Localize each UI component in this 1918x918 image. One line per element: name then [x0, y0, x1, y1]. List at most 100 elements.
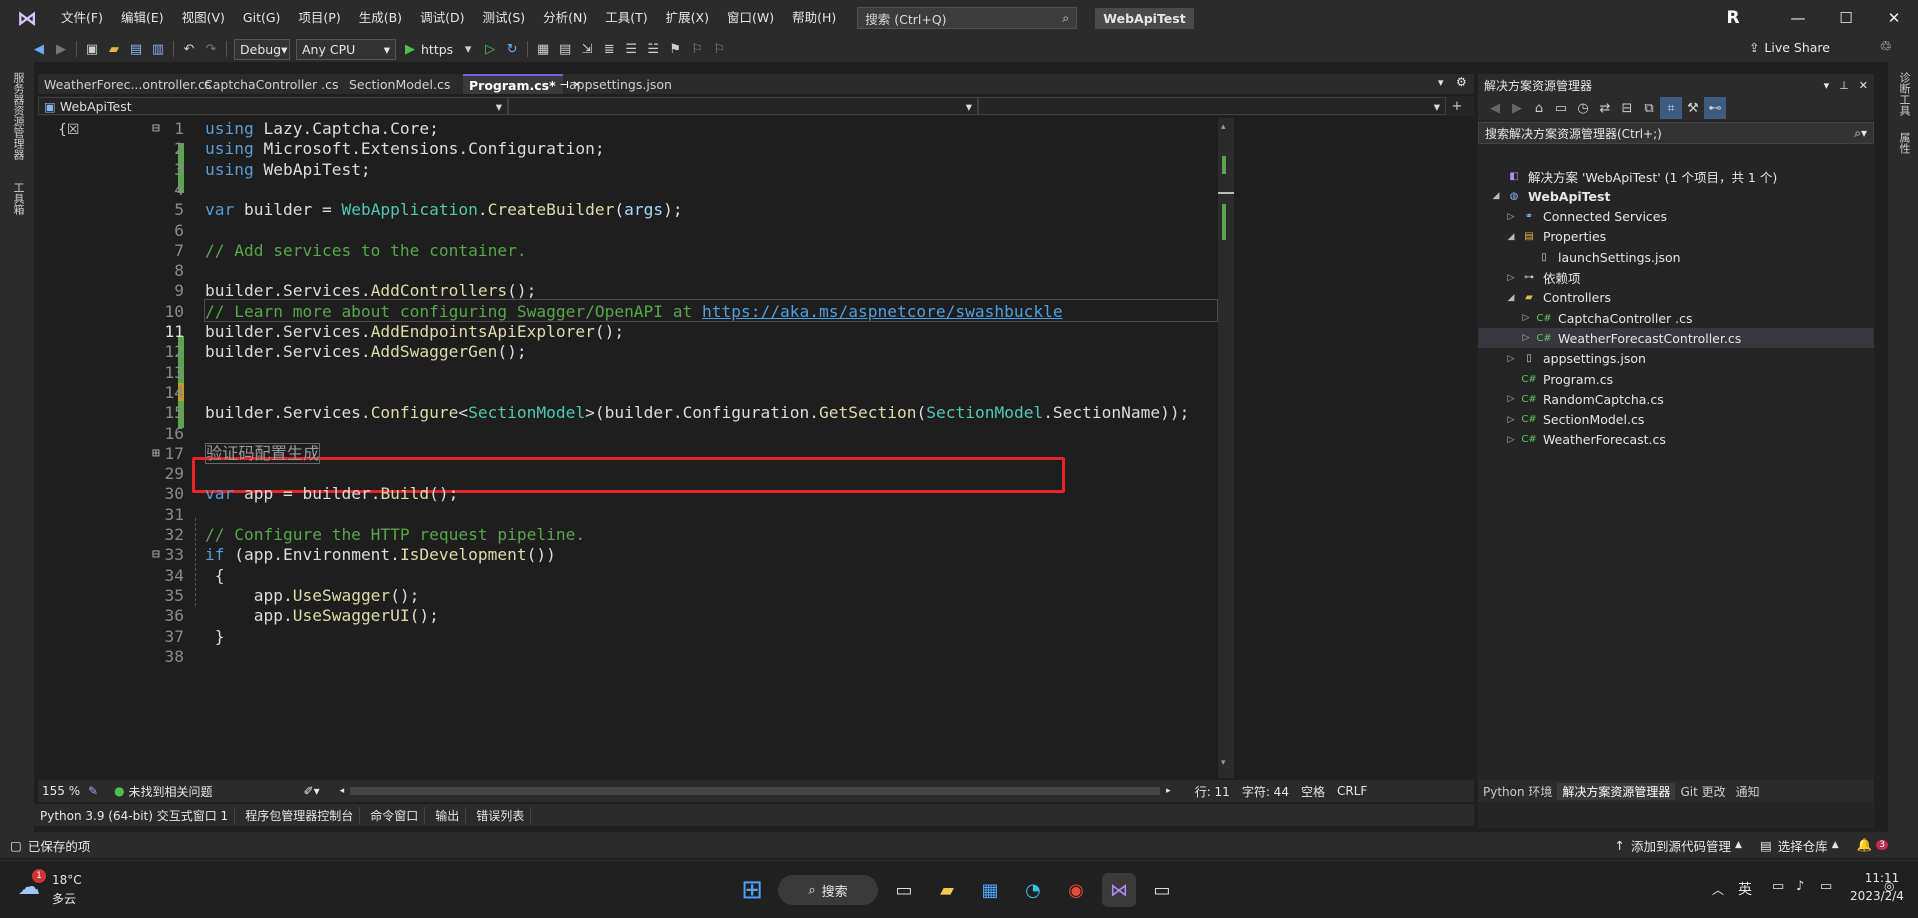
menu-item[interactable]: 文件(F): [52, 0, 112, 36]
zoom-level[interactable]: 155 %: [38, 784, 88, 798]
diagnostic-tools-tab[interactable]: 诊断工具: [1896, 72, 1912, 116]
terminal-icon[interactable]: ▭: [1145, 873, 1179, 907]
indent-mode[interactable]: 空格: [1301, 783, 1325, 800]
menu-item[interactable]: 分析(N): [534, 0, 596, 36]
scroll-thumb[interactable]: [1218, 192, 1234, 194]
line-ending[interactable]: CRLF: [1337, 784, 1367, 798]
hscroll-left-icon[interactable]: ◂: [340, 786, 345, 796]
collapse-all-icon[interactable]: ⊟: [1616, 97, 1638, 119]
volume-icon[interactable]: ♪: [1796, 879, 1804, 894]
format-icon[interactable]: ≣: [598, 38, 620, 60]
feedback-icon[interactable]: ♲: [1879, 39, 1892, 55]
bottom-tab[interactable]: 错误列表: [470, 806, 532, 824]
show-all-files-icon[interactable]: ⧉: [1638, 97, 1660, 119]
tree-item[interactable]: ▯ launchSettings.json: [1478, 247, 1874, 267]
expander-icon[interactable]: ▷: [1505, 354, 1517, 364]
panel-tab[interactable]: 通知: [1731, 783, 1765, 800]
bookmark-icon[interactable]: ⚑: [664, 38, 686, 60]
config-select[interactable]: Debug ▾: [234, 38, 290, 60]
cleanup-icon[interactable]: ✐▾: [304, 784, 320, 798]
tab-document[interactable]: Program.cs* ⊣ ✕: [463, 74, 581, 94]
notification-bell-icon[interactable]: 🔔: [1857, 837, 1873, 853]
task-view-icon[interactable]: ▭: [887, 873, 921, 907]
notification-center-icon[interactable]: ◎: [1884, 879, 1894, 893]
store-icon[interactable]: ▦: [973, 873, 1007, 907]
switch-views-icon[interactable]: ▭: [1550, 97, 1572, 119]
menu-item[interactable]: 编辑(E): [112, 0, 173, 36]
back-icon[interactable]: ◀: [28, 38, 50, 60]
home-icon[interactable]: ⌂: [1528, 97, 1550, 119]
hscroll-right-icon[interactable]: ▸: [1166, 786, 1171, 796]
tree-item[interactable]: ▷ ⚭ Connected Services: [1478, 207, 1874, 227]
panel-tab[interactable]: Git 更改: [1675, 783, 1730, 800]
panel-tab[interactable]: 解决方案资源管理器: [1557, 782, 1676, 800]
edge-icon[interactable]: ◔: [1016, 873, 1050, 907]
maximize-icon[interactable]: ☐: [1822, 0, 1870, 36]
save-all-icon[interactable]: ▥: [147, 38, 169, 60]
tree-item[interactable]: ▷ C# WeatherForecast.cs: [1478, 430, 1874, 450]
split-editor-icon[interactable]: +: [1446, 95, 1468, 117]
expander-icon[interactable]: ▷: [1520, 313, 1532, 323]
forward-icon[interactable]: ▶: [50, 38, 72, 60]
bottom-tab[interactable]: 程序包管理器控制台: [239, 806, 361, 824]
redo-icon[interactable]: ↷: [200, 38, 222, 60]
properties-tab[interactable]: 属性: [1896, 132, 1912, 154]
menu-item[interactable]: 窗口(W): [718, 0, 783, 36]
pin-icon[interactable]: ⊥: [1839, 79, 1849, 92]
sync-icon[interactable]: ⇄: [1594, 97, 1616, 119]
preview-icon[interactable]: ⊷: [1704, 97, 1726, 119]
file-explorer-icon[interactable]: ▰: [930, 873, 964, 907]
run-target[interactable]: https: [421, 42, 453, 57]
vertical-scrollbar[interactable]: ▴ ▾: [1218, 118, 1234, 778]
expander-icon[interactable]: ▷: [1505, 435, 1517, 445]
clock-time[interactable]: 11:11: [1852, 871, 1912, 885]
expander-icon[interactable]: ◢: [1490, 191, 1502, 201]
menu-item[interactable]: 工具(T): [596, 0, 656, 36]
issues-status[interactable]: 未找到相关问题: [129, 783, 304, 800]
menu-item[interactable]: 测试(S): [473, 0, 534, 36]
start-icon[interactable]: ⊞: [735, 873, 769, 907]
close-icon[interactable]: ✕: [1870, 0, 1918, 36]
bottom-tab[interactable]: 命令窗口: [364, 806, 426, 824]
platform-select[interactable]: Any CPU ▾: [296, 38, 396, 60]
se-forward-icon[interactable]: ▶: [1506, 97, 1528, 119]
avatar[interactable]: R: [1722, 7, 1744, 29]
tray-chevron-icon[interactable]: ︿: [1712, 881, 1724, 898]
tab-document[interactable]: WeatherForec...ontroller.cs: [38, 74, 211, 94]
tree-item[interactable]: ▷ C# SectionModel.cs: [1478, 410, 1874, 430]
bottom-tab[interactable]: Python 3.9 (64-bit) 交互式窗口 1: [34, 806, 236, 824]
visual-studio-icon[interactable]: ⋈: [1102, 873, 1136, 907]
tree-item[interactable]: ◧ 解决方案 'WebApiTest' (1 个项目，共 1 个): [1478, 166, 1874, 186]
tree-item[interactable]: ◢ ▰ Controllers: [1478, 288, 1874, 308]
tree-item[interactable]: ▷ C# WeatherForecastController.cs: [1478, 328, 1874, 349]
tab-settings-icon[interactable]: ⚙: [1456, 75, 1467, 89]
network-icon[interactable]: ▭: [1772, 879, 1784, 894]
search-input[interactable]: 搜索 (Ctrl+Q) ⌕: [857, 7, 1078, 29]
pending-changes-icon[interactable]: ◷: [1572, 97, 1594, 119]
expander-icon[interactable]: ▷: [1505, 273, 1517, 283]
bottom-tab[interactable]: 输出: [429, 806, 467, 824]
taskbar-search[interactable]: ⌕ 搜索: [778, 875, 878, 905]
battery-icon[interactable]: ▭: [1820, 879, 1832, 894]
add-source-control[interactable]: 添加到源代码管理: [1631, 836, 1731, 855]
next-bookmark-icon[interactable]: ⚐: [708, 38, 730, 60]
open-folder-icon[interactable]: ▰: [103, 38, 125, 60]
scroll-down-icon[interactable]: ▾: [1221, 758, 1226, 768]
tree-item[interactable]: ◢ ◍ WebApiTest: [1478, 186, 1874, 206]
browser-icon[interactable]: ▦: [532, 38, 554, 60]
solution-search-input[interactable]: 搜索解决方案资源管理器(Ctrl+;) ⌕▾: [1478, 122, 1874, 144]
tab-list-dropdown-icon[interactable]: ▾: [1438, 76, 1444, 89]
code-editor[interactable]: {☒ 1 ⊟ using Lazy.Captcha.Core; 2 using Micr…: [38, 118, 1453, 778]
minimize-icon[interactable]: —: [1774, 0, 1822, 36]
step-icon[interactable]: ⇲: [576, 38, 598, 60]
view-icon[interactable]: ⌗: [1660, 97, 1682, 119]
panel-tab[interactable]: Python 环境: [1478, 783, 1557, 800]
prev-bookmark-icon[interactable]: ⚐: [686, 38, 708, 60]
menu-item[interactable]: 扩展(X): [657, 0, 718, 36]
type-dropdown[interactable]: ▾: [508, 97, 978, 115]
tab-document[interactable]: appsettings.json: [563, 74, 683, 94]
se-back-icon[interactable]: ◀: [1484, 97, 1506, 119]
tab-document[interactable]: CaptchaController .cs: [198, 74, 343, 94]
expander-icon[interactable]: ▷: [1505, 415, 1517, 425]
clock-date[interactable]: 2023/2/4: [1842, 889, 1912, 903]
